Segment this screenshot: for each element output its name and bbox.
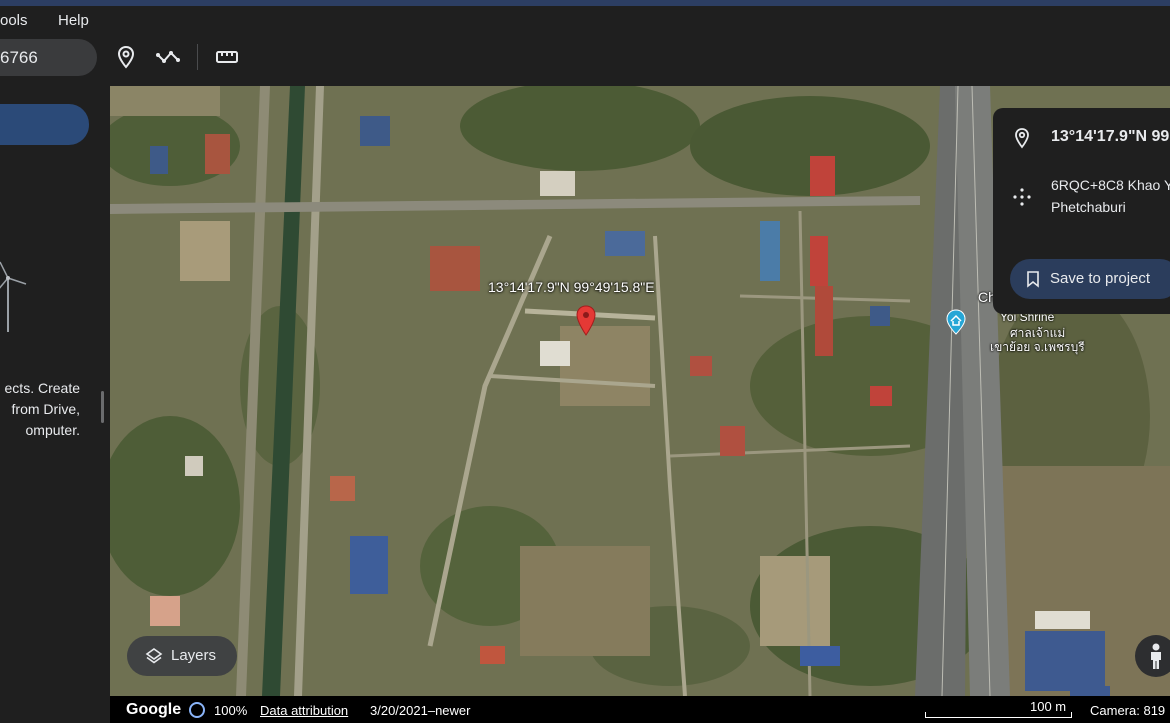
info-coordinates[interactable]: 13°14'17.9"N 99° — [1051, 128, 1170, 146]
search-input[interactable]: 6766 — [0, 48, 38, 68]
ruler-icon[interactable] — [214, 44, 240, 70]
load-percentage: 100% — [214, 703, 248, 718]
loading-indicator-icon — [189, 702, 205, 718]
place-label-thai-2: เขาย้อย จ.เพชรบุรี — [990, 340, 1085, 354]
data-attribution-link[interactable]: Data attribution — [260, 703, 348, 718]
layers-label: Layers — [171, 647, 217, 664]
projects-sidebar: ects. Create from Drive, omputer. — [0, 86, 110, 723]
shrine-pin-icon[interactable] — [945, 309, 967, 335]
toolbar-separator — [197, 44, 198, 70]
wind-turbine-illustration — [0, 261, 27, 332]
location-marker-icon[interactable] — [575, 305, 597, 337]
camera-altitude: Camera: 819 — [1090, 703, 1166, 718]
layers-icon — [145, 648, 163, 664]
save-to-project-button[interactable]: Save to project — [1010, 259, 1170, 299]
new-project-button[interactable] — [0, 104, 89, 145]
empty-projects-message: ects. Create from Drive, omputer. — [4, 380, 80, 438]
marker-coordinate-label: 13°14'17.9"N 99°49'15.8"E — [488, 279, 655, 295]
scale-bar — [925, 712, 1072, 718]
location-info-panel: 13°14'17.9"N 99° 6RQC+8C8 Khao Y Phetcha… — [993, 108, 1170, 314]
location-pin-icon[interactable] — [113, 44, 139, 70]
plus-code-icon — [1013, 188, 1031, 206]
imagery-date: 3/20/2021–newer — [370, 703, 471, 718]
toolbar: 6766 — [0, 36, 1170, 86]
search-box[interactable]: 6766 — [0, 39, 97, 76]
location-pin-icon — [1015, 128, 1029, 149]
menu-bar: ools Help — [0, 6, 1170, 36]
menu-tools[interactable]: ools — [0, 12, 28, 29]
status-bar: Google 100% Data attribution 3/20/2021–n… — [110, 696, 1170, 723]
sidebar-resize-handle[interactable] — [101, 391, 104, 423]
pegman-icon — [1151, 643, 1161, 669]
plus-code-address[interactable]: 6RQC+8C8 Khao Y Phetchaburi — [1051, 174, 1170, 218]
street-view-button[interactable] — [1135, 635, 1170, 677]
layers-button[interactable]: Layers — [127, 636, 237, 676]
path-icon[interactable] — [155, 44, 181, 70]
menu-help[interactable]: Help — [58, 12, 89, 29]
google-logo: Google — [126, 701, 182, 718]
save-to-project-label: Save to project — [1050, 270, 1151, 287]
bookmark-icon — [1027, 271, 1039, 288]
